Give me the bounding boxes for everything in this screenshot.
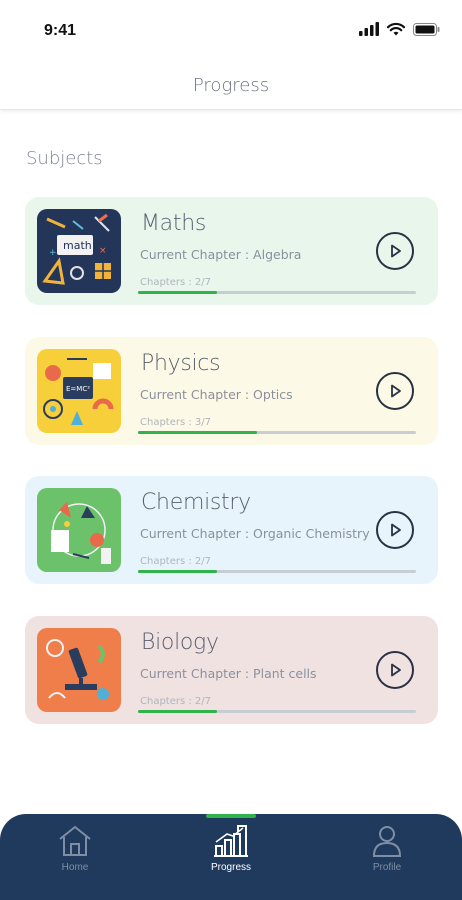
progress-fill [138,570,218,573]
progress-bar [138,431,416,434]
home-icon [59,826,91,856]
tab-label: Profile [372,862,402,873]
current-chapter: Current Chapter : Algebra [140,247,302,262]
play-icon [391,523,401,537]
tab-profile[interactable]: Profile [342,824,432,894]
chapters-count: Chapters : 2/7 [140,696,212,707]
play-button[interactable] [376,232,414,270]
wifi-icon [387,22,405,36]
status-time: 9:41 [44,22,77,39]
subject-card-physics[interactable]: E=MC² Physics Current Chapter : Optics C… [25,337,438,445]
current-chapter: Current Chapter : Organic Chemistry [140,526,370,541]
play-button[interactable] [376,651,414,689]
progress-fill [138,291,218,294]
tab-home[interactable]: Home [30,824,120,894]
progress-bar [138,291,416,294]
svg-text:+: + [49,248,57,258]
signal-icon [359,22,379,36]
subject-card-maths[interactable]: math × + Maths Current Chapter : Algebra… [25,197,438,305]
tab-progress[interactable]: Progress [186,824,276,894]
current-chapter: Current Chapter : Optics [140,387,293,402]
status-bar: 9:41 [0,0,462,60]
subject-card-chemistry[interactable]: Chemistry Current Chapter : Organic Chem… [25,476,438,584]
play-button[interactable] [376,511,414,549]
progress-fill [138,431,258,434]
active-tab-indicator [206,814,256,818]
subject-title: Biology [141,630,219,655]
play-icon [391,384,401,398]
svg-text:math: math [63,239,92,252]
section-title: Subjects [26,148,103,169]
progress-chart-icon [214,825,248,857]
progress-bar [138,570,416,573]
bottom-tab-bar: Home Progress Profile [0,814,462,900]
play-button[interactable] [376,372,414,410]
maths-thumbnail: math × + [37,209,121,293]
svg-text:E=MC²: E=MC² [66,385,90,393]
play-icon [391,244,401,258]
chapters-count: Chapters : 3/7 [140,417,212,428]
play-icon [391,663,401,677]
profile-icon [372,826,402,857]
tab-label: Progress [210,862,251,873]
status-icons [359,22,440,36]
chapters-count: Chapters : 2/7 [140,556,212,567]
current-chapter: Current Chapter : Plant cells [140,666,317,681]
battery-icon [413,22,440,36]
subject-title: Maths [141,211,206,236]
page-title: Progress [192,75,270,96]
app-header: Progress [0,60,462,110]
chemistry-thumbnail [37,488,121,572]
tab-label: Home [61,862,89,873]
physics-thumbnail: E=MC² [37,349,121,433]
svg-text:×: × [99,246,107,256]
biology-thumbnail [37,628,121,712]
progress-fill [138,710,218,713]
chapters-count: Chapters : 2/7 [140,277,212,288]
subject-card-biology[interactable]: Biology Current Chapter : Plant cells Ch… [25,616,438,724]
subject-title: Chemistry [141,490,251,515]
progress-bar [138,710,416,713]
subject-title: Physics [141,351,221,376]
